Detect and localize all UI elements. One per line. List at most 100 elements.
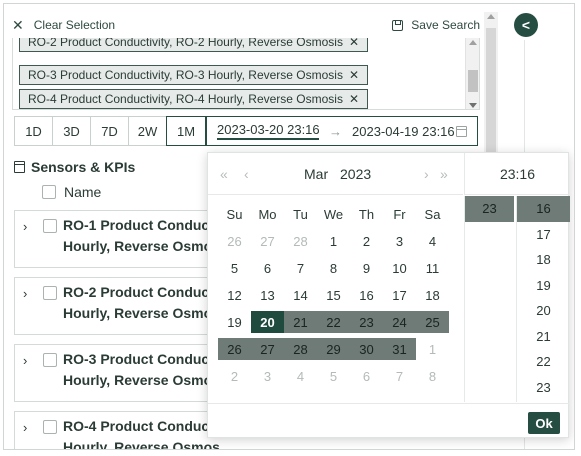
scroll-thumb[interactable]: [468, 70, 478, 92]
year-label[interactable]: 2023: [340, 166, 371, 182]
minute-option[interactable]: 17: [517, 222, 570, 248]
day-cell[interactable]: 3: [251, 365, 284, 387]
day-cell[interactable]: 11: [416, 257, 449, 279]
minute-option[interactable]: 19: [517, 273, 570, 299]
day-cell[interactable]: 2: [350, 230, 383, 252]
day-cell[interactable]: 30: [350, 338, 383, 360]
minute-column[interactable]: 16 17 18 19 20 21 22 23: [516, 196, 570, 402]
day-cell[interactable]: 27: [251, 338, 284, 360]
sensor-checkbox[interactable]: [43, 420, 57, 434]
day-cell[interactable]: 22: [317, 311, 350, 333]
clear-selection-button[interactable]: ✕ Clear Selection: [12, 18, 115, 32]
day-cell[interactable]: 20: [251, 311, 284, 333]
day-cell[interactable]: 5: [218, 257, 251, 279]
calendar-icon[interactable]: [456, 126, 467, 137]
range-button-3d[interactable]: 3D: [52, 116, 90, 146]
day-cell[interactable]: 15: [317, 284, 350, 306]
sensor-item[interactable]: › RO-3 Product Conductivity, Hourly, Rev…: [14, 344, 219, 402]
day-cell[interactable]: 10: [383, 257, 416, 279]
day-cell[interactable]: 28: [284, 230, 317, 252]
chip-remove-icon[interactable]: ✕: [349, 68, 359, 82]
day-cell[interactable]: 27: [251, 230, 284, 252]
day-cell[interactable]: 1: [416, 338, 449, 360]
day-cell[interactable]: 9: [350, 257, 383, 279]
chip[interactable]: RO-3 Product Conductivity, RO-3 Hourly, …: [19, 65, 369, 85]
expand-chevron-icon[interactable]: ›: [23, 219, 27, 234]
chip[interactable]: RO-2 Product Conductivity, RO-2 Hourly, …: [19, 38, 369, 52]
day-cell[interactable]: 5: [317, 365, 350, 387]
day-cell[interactable]: 21: [284, 311, 317, 333]
minute-option[interactable]: 16: [517, 196, 570, 222]
range-button-1m[interactable]: 1M: [166, 116, 206, 146]
expand-chevron-icon[interactable]: ›: [23, 286, 27, 301]
date-range-input[interactable]: 2023-03-20 23:16 → 2023-04-19 23:16: [206, 116, 478, 146]
minute-option[interactable]: 22: [517, 349, 570, 375]
hour-option[interactable]: 23: [465, 196, 514, 222]
sensor-item[interactable]: › RO-1 Product Conductivity, Hourly, Rev…: [14, 210, 219, 268]
sensor-checkbox[interactable]: [43, 219, 57, 233]
day-cell[interactable]: 28: [284, 338, 317, 360]
chip[interactable]: RO-4 Product Conductivity, RO-4 Hourly, …: [19, 89, 369, 109]
sensor-item[interactable]: › RO-4 Product Conductivity, Hourly, Rev…: [14, 411, 219, 449]
day-cell[interactable]: 6: [251, 257, 284, 279]
range-button-2w[interactable]: 2W: [128, 116, 166, 146]
prev-month-icon[interactable]: ‹: [244, 166, 248, 182]
day-cell[interactable]: 4: [416, 230, 449, 252]
day-cell[interactable]: 13: [251, 284, 284, 306]
day-cell[interactable]: 14: [284, 284, 317, 306]
day-cell[interactable]: 23: [350, 311, 383, 333]
expand-chevron-icon[interactable]: ›: [23, 420, 27, 435]
range-button-7d[interactable]: 7D: [90, 116, 128, 146]
week-row: 2345678: [218, 365, 463, 391]
month-year-label[interactable]: Mar 2023: [304, 166, 379, 182]
day-cell[interactable]: 26: [218, 338, 251, 360]
day-cell[interactable]: 12: [218, 284, 251, 306]
day-cell[interactable]: 6: [350, 365, 383, 387]
minute-option[interactable]: 20: [517, 298, 570, 324]
minute-option[interactable]: 21: [517, 324, 570, 350]
day-cell[interactable]: 29: [317, 338, 350, 360]
month-label[interactable]: Mar: [304, 166, 328, 182]
day-cell[interactable]: 2: [218, 365, 251, 387]
day-cell[interactable]: 8: [416, 365, 449, 387]
chip-remove-icon[interactable]: ✕: [349, 92, 359, 106]
day-cell[interactable]: 31: [383, 338, 416, 360]
sensor-checkbox[interactable]: [43, 286, 57, 300]
day-cell[interactable]: 8: [317, 257, 350, 279]
day-cell[interactable]: 18: [416, 284, 449, 306]
next-month-icon[interactable]: ›: [424, 166, 428, 182]
day-cell[interactable]: 4: [284, 365, 317, 387]
chip-remove-icon[interactable]: ✕: [349, 38, 359, 49]
scroll-thumb[interactable]: [486, 28, 496, 158]
sensor-checkbox[interactable]: [43, 353, 57, 367]
prev-year-icon[interactable]: «: [220, 166, 228, 182]
start-date-input[interactable]: 2023-03-20 23:16: [217, 122, 319, 140]
collapse-panel-button[interactable]: <: [514, 13, 538, 37]
main-scrollbar[interactable]: [484, 12, 498, 172]
day-cell[interactable]: 1: [317, 230, 350, 252]
sensor-item[interactable]: › RO-2 Product Conductivity, Hourly, Rev…: [14, 277, 219, 335]
minute-option[interactable]: 23: [517, 375, 570, 401]
day-cell[interactable]: 17: [383, 284, 416, 306]
day-cell[interactable]: 3: [383, 230, 416, 252]
scroll-up-icon[interactable]: [469, 40, 477, 45]
next-year-icon[interactable]: »: [440, 166, 448, 182]
day-cell[interactable]: 7: [284, 257, 317, 279]
day-cell[interactable]: 19: [218, 311, 251, 333]
day-cell[interactable]: 25: [416, 311, 449, 333]
save-search-button[interactable]: Save Search: [392, 18, 480, 32]
range-button-1d[interactable]: 1D: [14, 116, 52, 146]
scroll-up-icon[interactable]: [487, 14, 495, 19]
end-date-input[interactable]: 2023-04-19 23:16: [352, 124, 456, 139]
day-cell[interactable]: 7: [383, 365, 416, 387]
select-all-checkbox[interactable]: [42, 185, 56, 199]
scroll-down-icon[interactable]: [469, 103, 477, 108]
minute-option[interactable]: 18: [517, 247, 570, 273]
hour-column[interactable]: 23: [464, 196, 514, 402]
day-cell[interactable]: 24: [383, 311, 416, 333]
expand-chevron-icon[interactable]: ›: [23, 353, 27, 368]
day-cell[interactable]: 16: [350, 284, 383, 306]
day-cell[interactable]: 26: [218, 230, 251, 252]
ok-button[interactable]: Ok: [528, 412, 560, 434]
chips-scrollbar[interactable]: [465, 38, 479, 109]
